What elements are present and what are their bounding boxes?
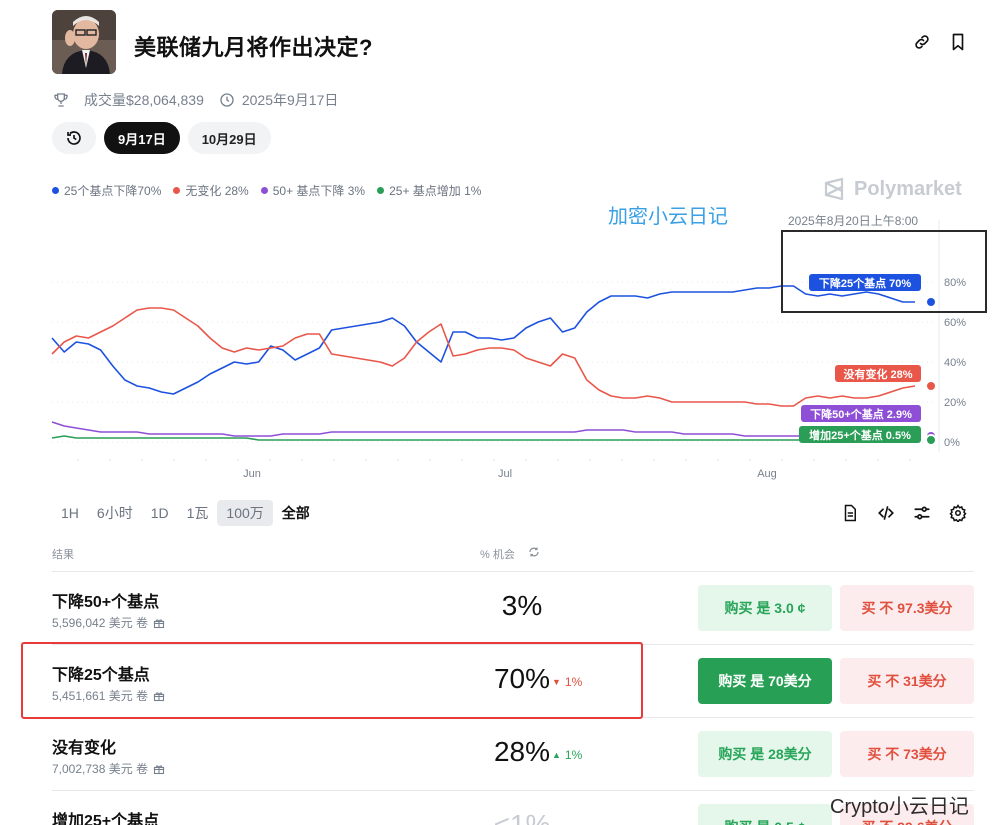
refresh-icon[interactable] xyxy=(528,546,540,561)
legend-item: 25个基点下降70% xyxy=(52,182,161,199)
end-label: 下降50+个基点 2.9% xyxy=(810,407,912,421)
date-pill-sep17[interactable]: 9月17日 xyxy=(104,122,180,154)
range-1h[interactable]: 1H xyxy=(52,500,88,526)
buy-no-button[interactable]: 买 不 73美分 xyxy=(840,731,974,777)
outcome-row: 下降50+个基点 5,596,042 美元 卷 3% 购买 是 3.0 ¢ 买 … xyxy=(52,572,974,644)
polymarket-logo-icon xyxy=(824,177,844,201)
outcome-percent: <1% xyxy=(493,809,551,825)
y-tick-label: 40% xyxy=(944,357,966,369)
series-line xyxy=(51,307,916,407)
triangle-up-icon: ▲ xyxy=(552,750,561,760)
buy-yes-button[interactable]: 购买 是 0.5 ¢ xyxy=(698,804,832,825)
market-avatar xyxy=(52,10,116,74)
history-clock-icon xyxy=(67,131,81,145)
x-tick-label: Aug xyxy=(757,468,777,480)
end-label: 增加25+个基点 0.5% xyxy=(809,428,911,442)
y-tick-label: 60% xyxy=(944,317,966,329)
col-outcome: 结果 xyxy=(52,549,74,561)
range-1m[interactable]: 100万 xyxy=(217,500,273,526)
change-indicator: ▲ 1% xyxy=(552,748,583,762)
legend-item: 50+ 基点下降 3% xyxy=(260,182,365,199)
date-selector: 9月17日 10月29日 xyxy=(52,122,271,154)
y-tick-label: 20% xyxy=(944,397,966,409)
link-icon[interactable] xyxy=(912,32,932,52)
x-tick-label: Jun xyxy=(243,468,261,480)
settings-gear-icon[interactable] xyxy=(948,503,968,523)
date-pill-oct29[interactable]: 10月29日 xyxy=(187,122,271,154)
market-title: 美联储九月将作出决定? xyxy=(134,35,373,60)
range-all[interactable]: 全部 xyxy=(273,500,319,526)
watermark-bottom: Crypto小云日记 xyxy=(830,796,969,818)
range-6h[interactable]: 6小时 xyxy=(88,500,142,526)
buy-yes-button[interactable]: 购买 是 3.0 ¢ xyxy=(698,585,832,631)
outcomes-table-header: 结果 % 机会 xyxy=(52,546,974,562)
buy-no-button[interactable]: 买 不 97.3美分 xyxy=(840,585,974,631)
outcome-name: 下降50+个基点 xyxy=(52,594,160,611)
sliders-icon[interactable] xyxy=(912,503,932,523)
outcome-name: 增加25+个基点 xyxy=(52,813,160,825)
clock-icon xyxy=(218,91,236,109)
range-1d[interactable]: 1D xyxy=(142,500,178,526)
col-chance: % 机会 xyxy=(480,549,515,561)
x-tick-label: Jul xyxy=(498,468,512,480)
polymarket-logo: Polymarket xyxy=(822,177,962,201)
polymarket-logo-text: Polymarket xyxy=(854,177,962,200)
legend-item: 无变化 28% xyxy=(173,182,249,199)
highlight-annotation xyxy=(21,642,643,719)
outcome-row: 没有变化 7,002,738 美元 卷 28% ▲ 1% 购买 是 28美分 买 … xyxy=(52,718,974,790)
buy-yes-button[interactable]: 购买 是 70美分 xyxy=(698,658,832,704)
embed-code-icon[interactable] xyxy=(876,503,896,523)
outcome-name: 没有变化 xyxy=(52,740,117,757)
series-line xyxy=(51,421,915,437)
document-icon[interactable] xyxy=(840,503,860,523)
legend-item: 25+ 基点增加 1% xyxy=(377,182,481,199)
trophy-icon xyxy=(52,91,70,109)
buy-yes-button[interactable]: 购买 是 28美分 xyxy=(698,731,832,777)
outcome-volume: 5,596,042 美元 卷 xyxy=(52,614,165,631)
y-tick-label: 0% xyxy=(944,437,960,449)
gift-icon xyxy=(153,763,165,775)
outcome-volume: 7,002,738 美元 卷 xyxy=(52,760,165,777)
time-range-selector: 1H 6小时 1D 1瓦 100万 全部 xyxy=(52,500,319,526)
annotation-box xyxy=(781,230,987,313)
gift-icon xyxy=(153,617,165,629)
buy-no-button[interactable]: 买 不 31美分 xyxy=(840,658,974,704)
series-end-dot xyxy=(925,380,937,392)
volume-text: 成交量$28,064,839 xyxy=(84,92,204,108)
market-header: 美联储九月将作出决定? xyxy=(52,10,982,74)
chart-legend: 25个基点下降70% 无变化 28% 50+ 基点下降 3% 25+ 基点增加 … xyxy=(52,182,481,199)
range-1w[interactable]: 1瓦 xyxy=(178,500,218,526)
outcome-percent: 3% xyxy=(501,590,543,621)
bookmark-icon[interactable] xyxy=(948,32,968,52)
market-meta: 成交量$28,064,839 2025年9月17日 xyxy=(52,90,338,110)
end-label: 没有变化 28% xyxy=(843,367,912,381)
end-date-text: 2025年9月17日 xyxy=(241,92,339,108)
series-end-dot xyxy=(925,434,937,446)
history-button[interactable] xyxy=(52,122,96,154)
